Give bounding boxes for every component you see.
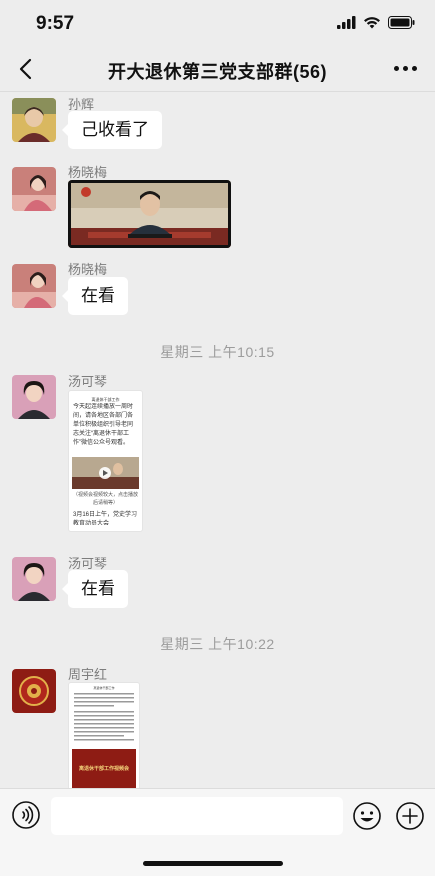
sender-name: 汤可琴 [68,374,108,389]
article-message[interactable]: 离退休干部工作 离退休干部工作视频会 [68,682,140,788]
status-time: 9:57 [36,13,75,34]
article-header: 离退休干部工作 [93,686,115,690]
message-bubble[interactable]: 己收看了 [62,111,162,149]
avatar[interactable] [12,557,56,601]
more-dots-icon[interactable] [394,66,417,71]
emoji-icon[interactable] [352,801,382,831]
message-bubble[interactable]: 在看 [62,570,128,608]
avatar[interactable] [12,669,56,713]
article-message[interactable]: 离退休干部工作 今天起连续播放一周时间，请各地区各部门各单位积极组织引导老同志关… [68,390,143,532]
article-body: 今天起连续播放一周时间，请各地区各部门各单位积极组织引导老同志关注“离退休干部工… [73,404,134,446]
time-separator: 星期三 上午10:15 [160,344,275,360]
article-header: 离退休干部工作 [91,397,120,402]
sender-name: 周宇红 [68,667,108,682]
battery-icon [388,16,415,29]
home-indicator[interactable] [143,861,283,866]
message-input[interactable] [51,797,343,835]
time-separator: 星期三 上午10:22 [160,636,275,652]
article-caption: （视频会视频较大，点击播放后请稍等） [72,492,138,506]
sender-name: 杨晓梅 [68,262,108,277]
message-bubble[interactable]: 在看 [62,277,128,315]
status-bar: 9:57 [0,0,435,46]
article-text-lines [74,693,134,741]
chat-header: 开大退休第三党支部群(56) [0,46,435,92]
avatar[interactable] [12,375,56,419]
avatar[interactable] [12,167,56,211]
plus-icon[interactable] [395,801,425,831]
status-icons [337,16,415,29]
chat-title: 开大退休第三党支部群(56) [107,62,327,82]
avatar[interactable] [12,264,56,308]
video-message[interactable] [68,180,231,248]
sender-name: 杨晓梅 [68,165,108,180]
article-banner-text: 离退休干部工作视频会 [78,766,129,772]
article-video-thumb [72,457,139,489]
signal-icon [337,16,356,29]
article-banner: 离退休干部工作视频会 [72,749,136,788]
article-footer: 3月16日上午，党史学习教育动员大会 [73,512,138,525]
chat-area[interactable]: 孙辉 己收看了 杨晓梅 杨晓梅 在看 星期三 上午10:15 汤可琴 离退休干部… [0,92,435,788]
avatar[interactable] [12,98,56,142]
wifi-icon [364,17,380,29]
voice-icon[interactable] [12,801,40,829]
